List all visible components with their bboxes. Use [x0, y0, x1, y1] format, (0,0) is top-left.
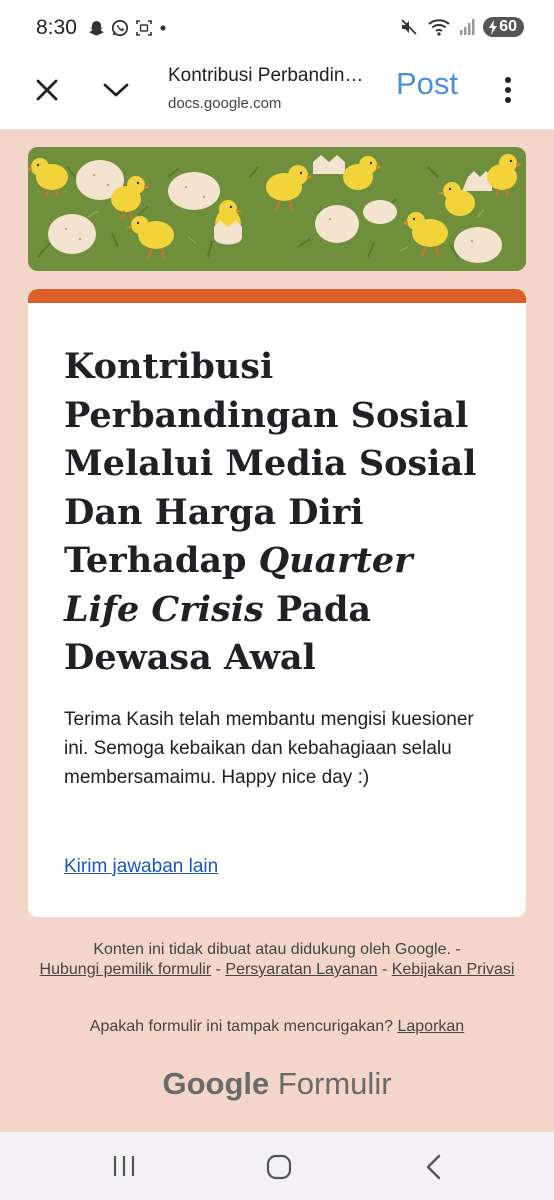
snapchat-icon [89, 20, 104, 35]
privacy-policy-link[interactable]: Kebijakan Privasi [392, 961, 515, 978]
whatsapp-icon [111, 19, 129, 37]
mute-icon [401, 19, 417, 35]
custom-tab-toolbar: Kontribusi Perbandingan Sosial Melalui M… [0, 58, 554, 130]
google-forms-logo: Google Formulir [0, 1066, 554, 1102]
signal-icon [460, 19, 475, 35]
notification-icons [88, 19, 167, 37]
terms-of-service-link[interactable]: Persyaratan Layanan [225, 961, 377, 978]
google-wordmark: Google [162, 1066, 270, 1101]
battery-indicator: 60 [483, 17, 524, 37]
forms-wordmark: Formulir [269, 1066, 392, 1101]
card-accent-bar [28, 289, 526, 303]
form-confirmation-card: Kontribusi Perbandingan Sosial Melalui M… [28, 289, 526, 917]
footer-disclaimer: Konten ini tidak dibuat atau didukung ol… [30, 940, 524, 980]
contact-owner-link[interactable]: Hubungi pemilik formulir [40, 961, 212, 978]
more-vert-icon[interactable] [498, 74, 518, 106]
screenshot-icon [136, 20, 152, 36]
charging-icon [489, 19, 498, 35]
close-icon[interactable] [32, 75, 62, 105]
chicks-eggs-illustration [28, 147, 526, 271]
system-icons: 60 [399, 17, 524, 37]
dot-icon [160, 25, 166, 31]
back-icon[interactable] [423, 1153, 445, 1181]
report-link[interactable]: Laporkan [397, 1018, 464, 1035]
chevron-down-icon[interactable] [101, 75, 131, 105]
home-icon[interactable] [265, 1153, 293, 1181]
status-bar: 8:30 60 [0, 0, 554, 58]
status-time: 8:30 [36, 16, 77, 39]
page-url: docs.google.com [168, 95, 282, 112]
form-header-image [28, 147, 526, 271]
system-navigation-bar [0, 1132, 554, 1200]
page-title: Kontribusi Perbandingan Sosial Melalui M… [168, 65, 373, 86]
report-question: Apakah formulir ini tampak mencurigakan? [89, 1018, 398, 1035]
form-title: Kontribusi Perbandingan Sosial Melalui M… [64, 343, 494, 683]
separator: - [211, 961, 226, 978]
confirmation-message: Terima Kasih telah membantu mengisi kues… [64, 709, 474, 788]
wifi-icon [428, 19, 450, 36]
battery-level: 60 [499, 18, 517, 35]
submit-another-response-link[interactable]: Kirim jawaban lain [64, 856, 218, 878]
post-button[interactable]: Post [396, 66, 458, 102]
report-abuse: Apakah formulir ini tampak mencurigakan?… [0, 1018, 554, 1036]
disclaimer-text: Konten ini tidak dibuat atau didukung ol… [93, 941, 461, 958]
separator: - [377, 961, 392, 978]
recent-apps-icon[interactable] [111, 1154, 137, 1178]
